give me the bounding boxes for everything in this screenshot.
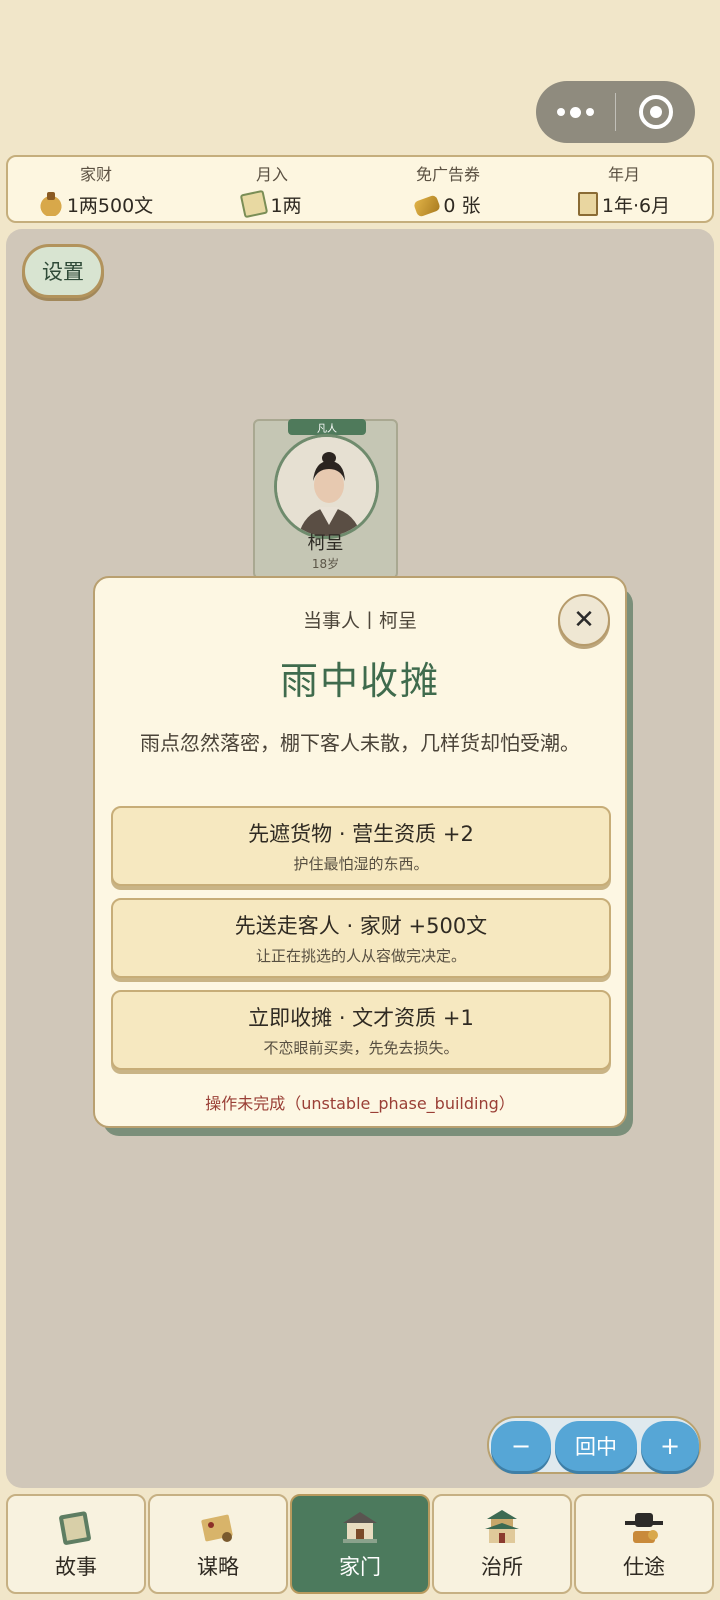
close-miniprogram-button[interactable] <box>616 81 695 143</box>
tab-strategy[interactable]: 谋略 <box>148 1494 288 1594</box>
official-hat-icon <box>623 1507 665 1547</box>
zoom-controls: − 回中 + <box>487 1416 701 1474</box>
stat-label: 免广告券 <box>415 164 480 184</box>
stat-value: 0 张 <box>443 194 481 217</box>
stat-wealth: 家财 1两500文 <box>8 157 184 221</box>
tab-label: 家门 <box>339 1555 381 1579</box>
event-description: 雨点忽然落密，棚下客人未散，几样货却怕受潮。 <box>140 731 580 755</box>
option-desc: 护住最怕湿的东西。 <box>293 855 429 873</box>
event-dialog: 当事人丨柯呈 雨中收摊 ✕ 雨点忽然落密，棚下客人未散，几样货却怕受潮。 先遮货… <box>93 576 627 1128</box>
zoom-in-button[interactable]: + <box>641 1421 699 1471</box>
calendar-scroll-icon <box>577 192 598 216</box>
settings-button[interactable]: 设置 <box>22 244 104 298</box>
close-icon: ✕ <box>573 605 595 635</box>
stat-label: 年月 <box>607 164 640 184</box>
miniprogram-capsule <box>536 81 695 143</box>
bottom-nav: 故事 谋略 家门 治所 仕途 <box>6 1494 714 1594</box>
event-subject: 当事人丨柯呈 <box>302 610 417 632</box>
avatar <box>274 434 379 539</box>
option-title: 先送走客人 · 家财 +500文 <box>234 914 488 938</box>
tab-label: 谋略 <box>197 1555 239 1579</box>
option-desc: 不恋眼前买卖，先免去损失。 <box>263 1039 459 1057</box>
stat-income: 月入 1两 <box>184 157 360 221</box>
event-title: 雨中收摊 <box>279 659 440 703</box>
stat-date: 年月 1年·6月 <box>536 157 712 221</box>
zoom-out-button[interactable]: − <box>491 1421 551 1471</box>
option-see-off-guests-button[interactable]: 先送走客人 · 家财 +500文 让正在挑选的人从容做完决定。 <box>111 898 611 978</box>
tab-label: 故事 <box>55 1555 97 1579</box>
tab-story[interactable]: 故事 <box>6 1494 146 1594</box>
option-desc: 让正在挑选的人从容做完决定。 <box>255 947 466 965</box>
error-message: 操作未完成（unstable_phase_building） <box>205 1094 515 1113</box>
tab-office[interactable]: 治所 <box>432 1494 572 1594</box>
rank-tag: 凡人 <box>288 419 366 435</box>
house-icon <box>339 1507 381 1547</box>
stat-label: 月入 <box>255 164 288 184</box>
stat-value: 1两 <box>270 194 302 217</box>
stat-value: 1两500文 <box>66 194 154 217</box>
close-button[interactable]: ✕ <box>558 594 610 646</box>
tab-family[interactable]: 家门 <box>290 1494 430 1594</box>
gold-ticket-icon <box>413 194 442 218</box>
option-title: 立即收摊 · 文才资质 +1 <box>248 1006 474 1030</box>
stat-ad-ticket: 免广告券 0 张 <box>360 157 536 221</box>
tab-label: 治所 <box>481 1555 523 1579</box>
tab-label: 仕途 <box>623 1555 665 1579</box>
strategy-board-icon <box>197 1507 239 1547</box>
more-dots-icon[interactable] <box>536 81 615 143</box>
stat-value: 1年·6月 <box>601 194 671 217</box>
resource-stats-bar: 家财 1两500文 月入 1两 免广告券 0 张 年月 1年·6月 <box>6 155 714 223</box>
person-name: 柯呈 <box>307 533 344 554</box>
tab-career[interactable]: 仕途 <box>574 1494 714 1594</box>
option-close-stall-button[interactable]: 立即收摊 · 文才资质 +1 不恋眼前买卖，先免去损失。 <box>111 990 611 1070</box>
pavilion-icon <box>481 1507 523 1547</box>
option-title: 先遮货物 · 营生资质 +2 <box>248 822 474 846</box>
income-scroll-icon <box>240 189 269 219</box>
recenter-button[interactable]: 回中 <box>555 1421 637 1471</box>
target-circle-icon <box>638 95 673 129</box>
person-age: 18岁 <box>311 557 340 571</box>
story-book-icon <box>55 1507 97 1547</box>
money-bag-icon <box>38 192 63 216</box>
person-card[interactable]: 凡人 柯呈 18岁 <box>253 419 398 579</box>
option-cover-goods-button[interactable]: 先遮货物 · 营生资质 +2 护住最怕湿的东西。 <box>111 806 611 886</box>
stat-label: 家财 <box>79 164 112 184</box>
